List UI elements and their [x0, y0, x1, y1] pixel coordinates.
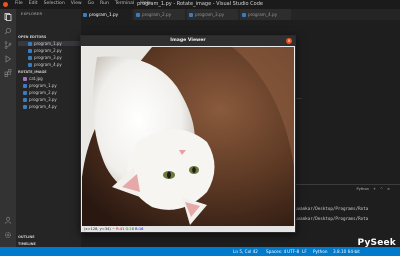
- status-bar: Ln 5, Col 42 Spaces: 4 UTF-8 LF Python 3…: [0, 247, 400, 256]
- run-debug-icon[interactable]: [4, 55, 12, 63]
- terminal-type-label[interactable]: Python: [356, 187, 368, 191]
- file-item[interactable]: program_2.py: [23, 90, 57, 95]
- chevron-up-icon[interactable]: ^: [380, 187, 383, 191]
- file-item[interactable]: program_3.py: [23, 97, 57, 102]
- python-file-icon: [136, 13, 140, 17]
- image-viewer-window[interactable]: Image Viewer × (x=128, y=34) ~ R:41 G:28…: [80, 35, 296, 233]
- python-file-icon: [23, 98, 27, 102]
- open-editor-item[interactable]: program_3.py: [28, 55, 62, 60]
- close-icon[interactable]: ×: [387, 187, 390, 191]
- cat-photo: [82, 47, 294, 226]
- python-file-icon: [23, 84, 27, 88]
- window-title: program_1.py - Rotate_image - Visual Stu…: [137, 1, 263, 7]
- activity-bar: [0, 9, 16, 247]
- python-file-icon: [23, 105, 27, 109]
- red-value: R:41: [116, 227, 125, 231]
- plus-icon[interactable]: +: [373, 187, 376, 191]
- outline-section[interactable]: OUTLINE: [18, 235, 35, 239]
- blue-value: B:16: [135, 227, 144, 231]
- cursor-position[interactable]: Ln 5, Col 42: [233, 249, 258, 254]
- explorer-sidebar: EXPLORER OPEN EDITORS program_1.py progr…: [16, 9, 81, 247]
- python-file-icon: [28, 49, 32, 53]
- viewer-pixel-info: (x=128, y=34) ~ R:41 G:28 B:16: [82, 226, 294, 232]
- extensions-icon[interactable]: [4, 69, 12, 77]
- tab-program-1[interactable]: program_1.py: [81, 9, 133, 20]
- file-item[interactable]: cat.jpg: [23, 76, 43, 81]
- watermark-logo: PySeek: [357, 238, 396, 248]
- title-bar: File Edit Selection View Go Run Terminal…: [0, 0, 400, 9]
- source-control-icon[interactable]: [4, 41, 12, 49]
- search-icon[interactable]: [4, 27, 12, 35]
- open-editor-item[interactable]: program_1.py: [18, 41, 81, 46]
- indentation[interactable]: Spaces: 4: [266, 249, 286, 254]
- green-value: G:28: [125, 227, 135, 231]
- encoding[interactable]: UTF-8: [287, 249, 299, 254]
- tab-program-3[interactable]: program_3.py: [187, 9, 239, 20]
- terminal-line: ru/suvankar/Desktop/Programs/Rota: [285, 206, 369, 211]
- open-editors-section[interactable]: OPEN EDITORS: [18, 35, 46, 39]
- file-item[interactable]: program_4.py: [23, 104, 57, 109]
- python-file-icon: [28, 56, 32, 60]
- image-file-icon: [23, 77, 27, 81]
- sidebar-header: EXPLORER: [21, 12, 43, 16]
- viewer-close-button[interactable]: ×: [286, 38, 292, 44]
- terminal-line: ru/suvankar/Desktop/Programs/Rota: [285, 216, 369, 221]
- tab-program-2[interactable]: program_2.py: [134, 9, 186, 20]
- viewer-coords: (x=128, y=34) ~: [84, 227, 115, 231]
- timeline-section[interactable]: TIMELINE: [18, 242, 36, 246]
- open-editor-item[interactable]: program_4.py: [28, 62, 62, 67]
- language-mode[interactable]: Python: [313, 249, 328, 254]
- gear-icon[interactable]: [4, 231, 12, 239]
- viewer-title: Image Viewer: [81, 36, 295, 46]
- python-file-icon: [189, 13, 193, 17]
- panel-toolbar: Python + ^ ×: [356, 187, 390, 191]
- explorer-icon[interactable]: [4, 13, 12, 21]
- python-file-icon: [23, 91, 27, 95]
- open-editor-item[interactable]: program_2.py: [28, 48, 62, 53]
- python-file-icon: [242, 13, 246, 17]
- editor-tabs: program_1.py program_2.py program_3.py p…: [81, 9, 400, 20]
- account-icon[interactable]: [4, 216, 12, 224]
- tab-program-4[interactable]: program_4.py: [240, 9, 292, 20]
- python-interpreter[interactable]: 3.8.10 64-bit: [333, 249, 360, 254]
- python-file-icon: [28, 42, 32, 46]
- python-file-icon: [28, 63, 32, 67]
- python-file-icon: [83, 13, 87, 17]
- file-item[interactable]: program_1.py: [23, 83, 57, 88]
- end-of-line[interactable]: LF: [302, 249, 307, 254]
- rotated-cat-image: [82, 47, 294, 226]
- folder-section[interactable]: ROTATE_IMAGE: [18, 70, 47, 74]
